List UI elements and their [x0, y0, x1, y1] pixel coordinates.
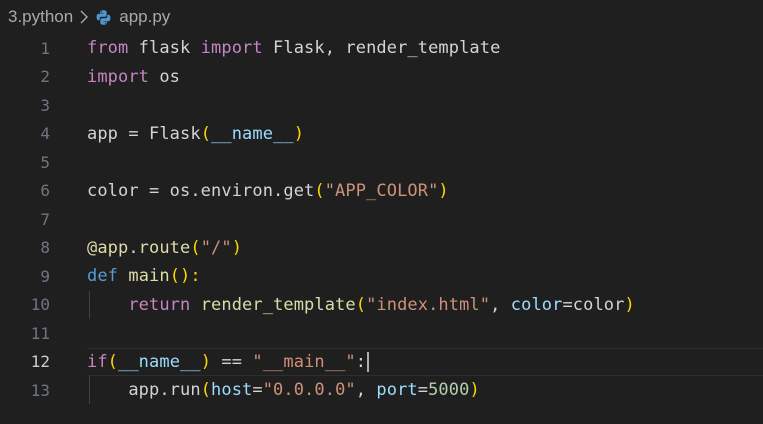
code-line[interactable]: 5: [0, 148, 763, 176]
code-line[interactable]: 10 return render_template("index.html", …: [0, 291, 763, 319]
code-text: app = Flask(__name__): [87, 123, 305, 144]
line-number: 9: [40, 266, 50, 286]
python-file-icon: [95, 9, 112, 26]
line-number: 6: [40, 181, 50, 200]
line-number: 3: [40, 95, 50, 115]
code-text: app.run(host="0.0.0.0", port=5000): [87, 380, 480, 400]
code-line[interactable]: 8 @app.route("/"): [0, 234, 763, 262]
breadcrumb-folder[interactable]: 3.python: [8, 7, 73, 27]
code-text: color = os.environ.get("APP_COLOR"): [87, 180, 449, 201]
code-line[interactable]: 9 def main():: [0, 262, 763, 290]
code-text: from flask import Flask, render_template: [87, 38, 501, 58]
breadcrumb-file[interactable]: app.py: [119, 7, 170, 27]
chevron-right-icon: [79, 10, 89, 24]
code-line[interactable]: 13 app.run(host="0.0.0.0", port=5000): [0, 376, 763, 404]
text-cursor: [367, 351, 370, 372]
line-number: 13: [30, 380, 50, 400]
breadcrumb: 3.python app.py: [0, 0, 763, 34]
line-number: 1: [40, 38, 50, 58]
line-number: 8: [40, 238, 50, 257]
code-line[interactable]: 11: [0, 319, 763, 347]
code-line-active[interactable]: 12 if(__name__) == "__main__":: [0, 347, 763, 376]
code-line[interactable]: 6 color = os.environ.get("APP_COLOR"): [0, 177, 763, 205]
line-number: 5: [40, 152, 50, 172]
code-line[interactable]: 7: [0, 205, 763, 233]
code-text: return render_template("index.html", col…: [128, 294, 635, 315]
line-number-active: 12: [30, 352, 50, 371]
code-text: if(__name__) == "__main__":: [87, 351, 370, 372]
code-line[interactable]: 2 import os: [0, 63, 763, 91]
line-number: 4: [40, 124, 50, 143]
line-number: 10: [30, 295, 50, 314]
code-line[interactable]: 3: [0, 91, 763, 119]
code-editor[interactable]: 1 from flask import Flask, render_templa…: [0, 34, 763, 424]
line-number: 7: [40, 209, 50, 229]
code-text: def main():: [87, 266, 201, 286]
line-number: 11: [30, 323, 50, 343]
line-number: 2: [40, 67, 50, 86]
code-line[interactable]: 1 from flask import Flask, render_templa…: [0, 34, 763, 62]
code-text: import os: [87, 66, 181, 87]
code-text: @app.route("/"): [87, 237, 243, 258]
code-line[interactable]: 4 app = Flask(__name__): [0, 120, 763, 148]
